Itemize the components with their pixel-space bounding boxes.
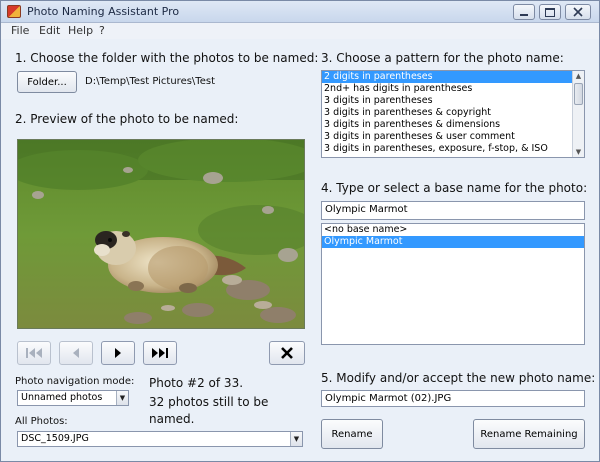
- scroll-up-icon[interactable]: ▲: [573, 71, 584, 81]
- menu-edit[interactable]: Edit: [39, 24, 60, 37]
- photos-remaining-status-cont: named.: [149, 412, 195, 426]
- all-photos-value: DSC_1509.JPG: [21, 433, 89, 444]
- first-photo-button[interactable]: [17, 341, 51, 365]
- close-icon: [573, 7, 583, 17]
- pattern-list-item[interactable]: 3 digits in parentheses & dimensions: [322, 119, 584, 131]
- base-name-list-item[interactable]: <no base name>: [322, 224, 584, 236]
- minimize-button[interactable]: [513, 4, 535, 20]
- menu-bar: File Edit Help ?: [1, 23, 599, 39]
- chevron-down-icon[interactable]: ▼: [290, 432, 302, 446]
- all-photos-select[interactable]: DSC_1509.JPG ▼: [17, 431, 303, 447]
- previous-photo-button[interactable]: [59, 341, 93, 365]
- app-icon: [7, 5, 21, 18]
- last-photo-button[interactable]: [143, 341, 177, 365]
- next-photo-button[interactable]: [101, 341, 135, 365]
- navigation-mode-select[interactable]: Unnamed photos ▼: [17, 390, 129, 406]
- step3-label: 3. Choose a pattern for the photo name:: [321, 51, 564, 65]
- base-name-list-item[interactable]: Olympic Marmot: [322, 236, 584, 248]
- pattern-list-item[interactable]: 3 digits in parentheses: [322, 95, 584, 107]
- skip-to-last-icon: [152, 348, 168, 358]
- scroll-thumb[interactable]: [574, 83, 583, 105]
- app-window: Photo Naming Assistant Pro File Edit Hel…: [0, 0, 600, 462]
- chevron-down-icon[interactable]: ▼: [116, 391, 128, 405]
- menu-help[interactable]: Help: [68, 24, 93, 37]
- title-bar[interactable]: Photo Naming Assistant Pro: [1, 1, 599, 23]
- rename-remaining-button[interactable]: Rename Remaining: [473, 419, 585, 449]
- pattern-list[interactable]: 2 digits in parentheses 2nd+ has digits i…: [321, 70, 585, 158]
- pattern-list-item[interactable]: 3 digits in parentheses, exposure, f-sto…: [322, 143, 584, 155]
- delete-photo-button[interactable]: [269, 341, 305, 365]
- step5-label: 5. Modify and/or accept the new photo na…: [321, 371, 596, 385]
- photos-remaining-status: 32 photos still to be: [149, 395, 269, 409]
- step2-label: 2. Preview of the photo to be named:: [15, 112, 239, 126]
- marmot-photo-image: [18, 140, 304, 328]
- pattern-list-item[interactable]: 3 digits in parentheses & copyright: [322, 107, 584, 119]
- rename-button[interactable]: Rename: [321, 419, 383, 449]
- maximize-button[interactable]: [539, 4, 561, 20]
- skip-to-first-icon: [26, 348, 42, 358]
- window-title: Photo Naming Assistant Pro: [27, 5, 180, 18]
- main-content: 1. Choose the folder with the photos to …: [1, 39, 599, 461]
- scroll-down-icon[interactable]: ▼: [573, 147, 584, 157]
- previous-icon: [73, 348, 79, 358]
- photo-position-status: Photo #2 of 33.: [149, 376, 244, 390]
- photo-preview: [17, 139, 305, 329]
- folder-button[interactable]: Folder...: [17, 71, 77, 93]
- menu-about[interactable]: ?: [99, 24, 105, 37]
- step4-label: 4. Type or select a base name for the ph…: [321, 181, 588, 195]
- navigation-mode-value: Unnamed photos: [21, 392, 103, 403]
- step1-label: 1. Choose the folder with the photos to …: [15, 51, 319, 65]
- new-name-input[interactable]: Olympic Marmot (02).JPG: [321, 390, 585, 407]
- all-photos-label: All Photos:: [15, 416, 68, 427]
- base-name-input[interactable]: Olympic Marmot: [321, 201, 585, 220]
- pattern-list-item[interactable]: 3 digits in parentheses & user comment: [322, 131, 584, 143]
- base-name-list[interactable]: <no base name> Olympic Marmot: [321, 223, 585, 345]
- close-button[interactable]: [565, 4, 591, 20]
- delete-x-icon: [281, 347, 293, 359]
- menu-file[interactable]: File: [11, 24, 29, 37]
- pattern-list-item[interactable]: 2nd+ has digits in parentheses: [322, 83, 584, 95]
- navigation-mode-label: Photo navigation mode:: [15, 376, 135, 387]
- pattern-list-scrollbar[interactable]: ▲ ▼: [572, 71, 584, 157]
- pattern-list-item[interactable]: 2 digits in parentheses: [322, 71, 584, 83]
- next-icon: [115, 348, 121, 358]
- folder-path: D:\Temp\Test Pictures\Test: [85, 76, 215, 87]
